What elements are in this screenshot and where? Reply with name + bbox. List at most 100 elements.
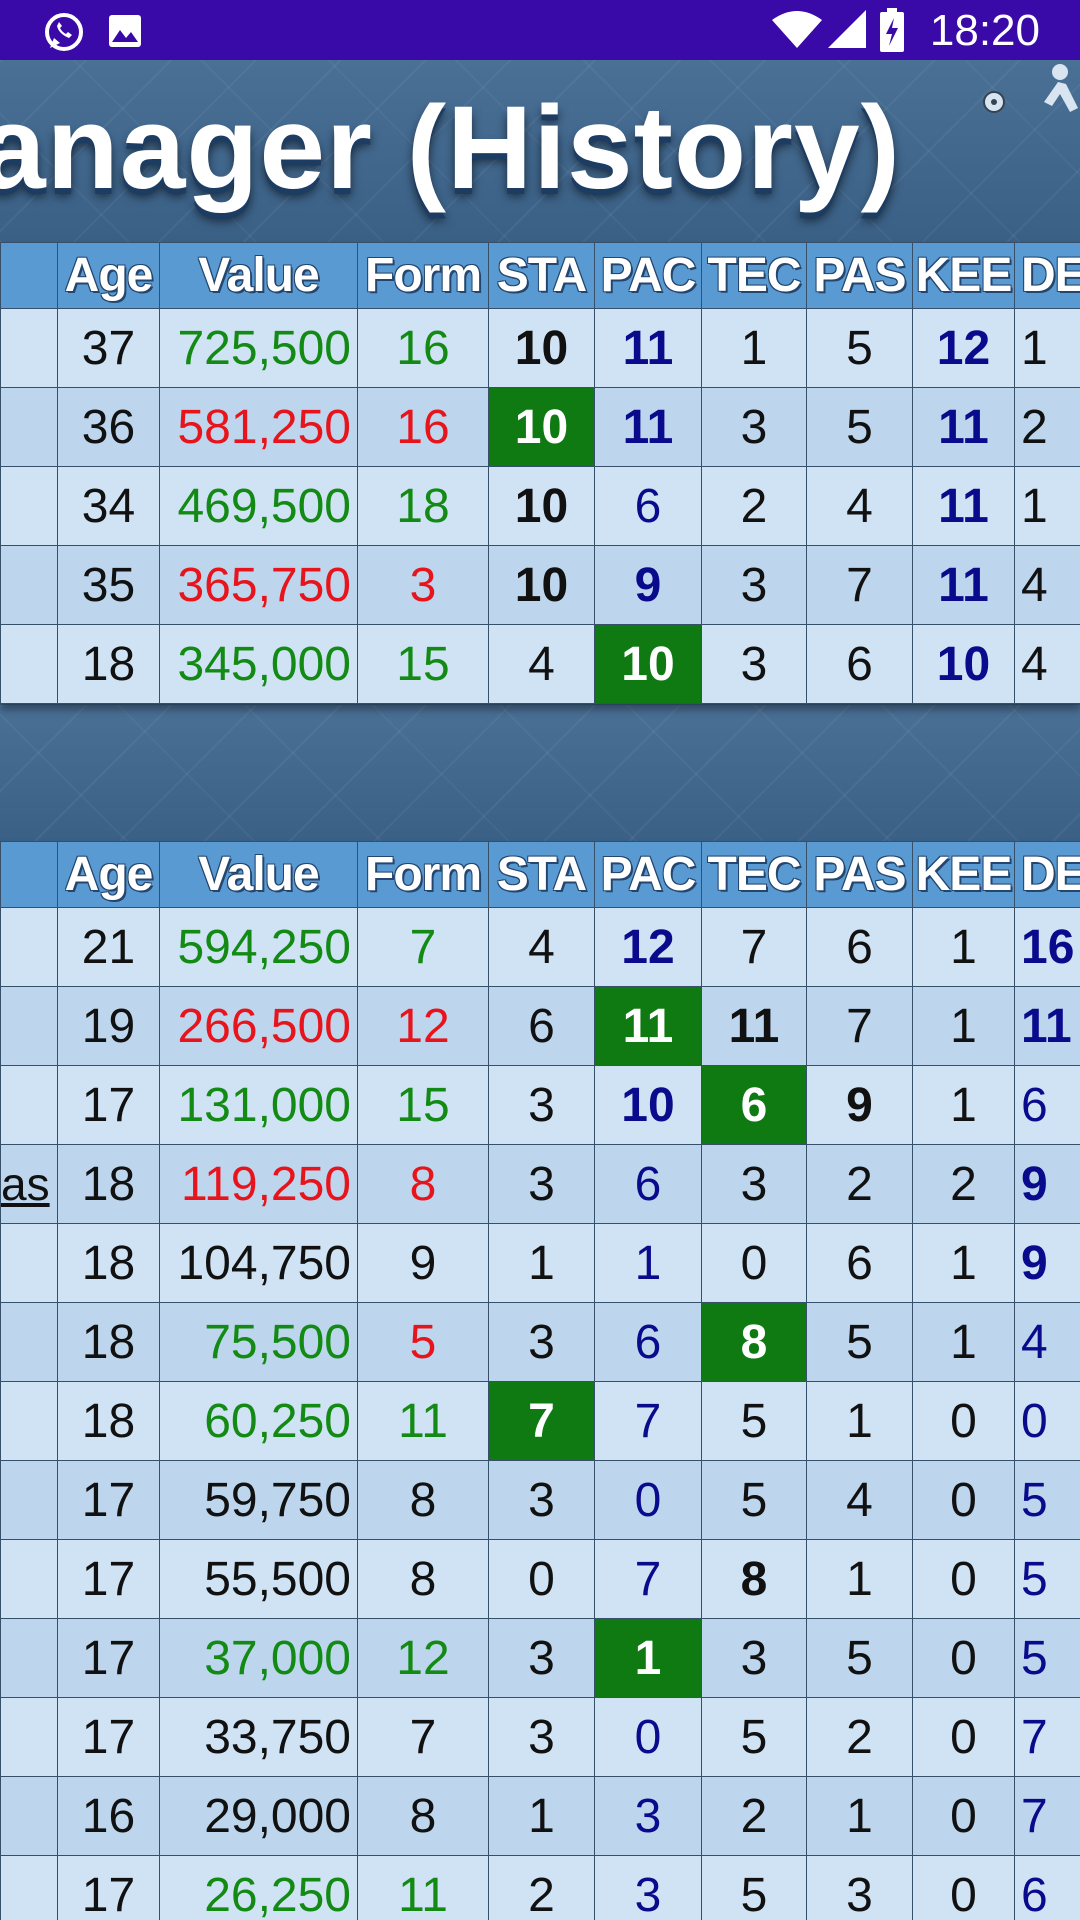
player-icon [1030, 62, 1080, 137]
table-row[interactable]: 17 26,250 11 2 3 5 3 0 6 [0, 1855, 1080, 1920]
table-row[interactable]: 17 37,000 12 3 1 3 5 0 5 [0, 1618, 1080, 1698]
column-header-tec[interactable]: TEC [701, 242, 807, 309]
column-header-pas[interactable]: PAS [806, 242, 913, 309]
column-header-sta[interactable]: STA [488, 242, 595, 309]
pac-stat-cell: 6 [594, 1144, 702, 1224]
pas-stat-cell: 1 [806, 1776, 913, 1856]
table-row[interactable]: 36 581,250 16 10 11 3 5 11 2 [0, 387, 1080, 467]
kee-stat-cell: 1 [912, 986, 1015, 1066]
player-name-cell[interactable] [0, 1460, 58, 1540]
table-row[interactable]: 17 33,750 7 3 0 5 2 0 7 [0, 1697, 1080, 1777]
player-name-cell[interactable] [0, 907, 58, 987]
tec-stat-cell: 1 [701, 308, 807, 388]
table-row[interactable]: 35 365,750 3 10 9 3 7 11 4 [0, 545, 1080, 625]
column-header-form[interactable]: Form [357, 242, 489, 309]
player-name-cell[interactable] [0, 1539, 58, 1619]
player-name-cell[interactable] [0, 1618, 58, 1698]
table-row[interactable]: 18 345,000 15 4 10 3 6 10 4 [0, 624, 1080, 704]
player-name-cell[interactable] [0, 1065, 58, 1145]
value-cell: 119,250 [159, 1144, 358, 1224]
pac-stat-cell: 0 [594, 1697, 702, 1777]
table-row[interactable]: 19 266,500 12 6 11 11 7 1 11 [0, 986, 1080, 1066]
kee-stat-cell: 12 [912, 308, 1015, 388]
kee-stat-cell: 1 [912, 907, 1015, 987]
kee-stat-cell: 1 [912, 1065, 1015, 1145]
table-row[interactable]: 18 104,750 9 1 1 0 6 1 9 [0, 1223, 1080, 1303]
column-header-kee[interactable]: KEE [912, 242, 1015, 309]
status-bar: 18:20 [0, 0, 1080, 60]
form-cell: 15 [357, 624, 489, 704]
tec-stat-cell: 3 [701, 1618, 807, 1698]
signal-icon [828, 10, 868, 55]
column-header-name[interactable] [0, 841, 58, 908]
player-name-cell[interactable] [0, 1855, 58, 1920]
value-cell: 581,250 [159, 387, 358, 467]
value-cell: 345,000 [159, 624, 358, 704]
player-name-cell[interactable] [0, 986, 58, 1066]
table-row[interactable]: 17 131,000 15 3 10 6 9 1 6 [0, 1065, 1080, 1145]
form-cell: 11 [357, 1855, 489, 1920]
age-cell: 17 [57, 1618, 160, 1698]
tec-stat-cell: 2 [701, 466, 807, 546]
table-row[interactable]: 17 59,750 8 3 0 5 4 0 5 [0, 1460, 1080, 1540]
table-row[interactable]: 37 725,500 16 10 11 1 5 12 1 [0, 308, 1080, 388]
player-name-cell[interactable] [0, 1381, 58, 1461]
player-name-cell[interactable] [0, 545, 58, 625]
form-cell: 8 [357, 1776, 489, 1856]
sta-stat-cell: 3 [488, 1302, 595, 1382]
player-name-cell[interactable] [0, 466, 58, 546]
column-header-pas[interactable]: PAS [806, 841, 913, 908]
sta-stat-cell: 10 [488, 545, 595, 625]
tec-stat-cell: 3 [701, 545, 807, 625]
column-header-sta[interactable]: STA [488, 841, 595, 908]
value-cell: 725,500 [159, 308, 358, 388]
column-header-kee[interactable]: KEE [912, 841, 1015, 908]
column-header-value[interactable]: Value [159, 841, 358, 908]
player-name-cell[interactable] [0, 1697, 58, 1777]
pas-stat-cell: 4 [806, 466, 913, 546]
value-cell: 365,750 [159, 545, 358, 625]
column-header-de[interactable]: DE [1014, 242, 1080, 309]
age-cell: 37 [57, 308, 160, 388]
player-name-cell[interactable] [0, 624, 58, 704]
value-cell: 37,000 [159, 1618, 358, 1698]
age-cell: 18 [57, 1223, 160, 1303]
section-divider [0, 705, 1080, 843]
pac-stat-cell: 12 [594, 907, 702, 987]
de-stat-cell: 16 [1014, 907, 1080, 987]
form-cell: 3 [357, 545, 489, 625]
table-row[interactable]: 16 29,000 8 1 3 2 1 0 7 [0, 1776, 1080, 1856]
table-row[interactable]: 18 60,250 11 7 7 5 1 0 0 [0, 1381, 1080, 1461]
pas-stat-cell: 6 [806, 624, 913, 704]
column-header-tec[interactable]: TEC [701, 841, 807, 908]
table-row[interactable]: 17 55,500 8 0 7 8 1 0 5 [0, 1539, 1080, 1619]
player-name-cell[interactable] [0, 1223, 58, 1303]
age-cell: 17 [57, 1065, 160, 1145]
player-name-cell[interactable] [0, 1776, 58, 1856]
table-row[interactable]: 34 469,500 18 10 6 2 4 11 1 [0, 466, 1080, 546]
table-row[interactable]: 18 75,500 5 3 6 8 5 1 4 [0, 1302, 1080, 1382]
column-header-name[interactable] [0, 242, 58, 309]
age-cell: 19 [57, 986, 160, 1066]
column-header-form[interactable]: Form [357, 841, 489, 908]
pas-stat-cell: 9 [806, 1065, 913, 1145]
column-header-pac[interactable]: PAC [594, 242, 702, 309]
column-header-value[interactable]: Value [159, 242, 358, 309]
column-header-age[interactable]: Age [57, 841, 160, 908]
de-stat-cell: 7 [1014, 1776, 1080, 1856]
player-name-cell[interactable] [0, 1302, 58, 1382]
player-name-cell[interactable]: as [0, 1144, 58, 1224]
age-cell: 34 [57, 466, 160, 546]
pac-stat-cell: 9 [594, 545, 702, 625]
value-cell: 59,750 [159, 1460, 358, 1540]
kee-stat-cell: 0 [912, 1460, 1015, 1540]
table-row[interactable]: 21 594,250 7 4 12 7 6 1 16 [0, 907, 1080, 987]
column-header-pac[interactable]: PAC [594, 841, 702, 908]
column-header-de[interactable]: DE [1014, 841, 1080, 908]
form-cell: 8 [357, 1539, 489, 1619]
player-name-cell[interactable] [0, 308, 58, 388]
player-name-cell[interactable] [0, 387, 58, 467]
column-header-age[interactable]: Age [57, 242, 160, 309]
table-row[interactable]: as 18 119,250 8 3 6 3 2 2 9 [0, 1144, 1080, 1224]
player-name-link[interactable]: as [2, 1158, 50, 1210]
